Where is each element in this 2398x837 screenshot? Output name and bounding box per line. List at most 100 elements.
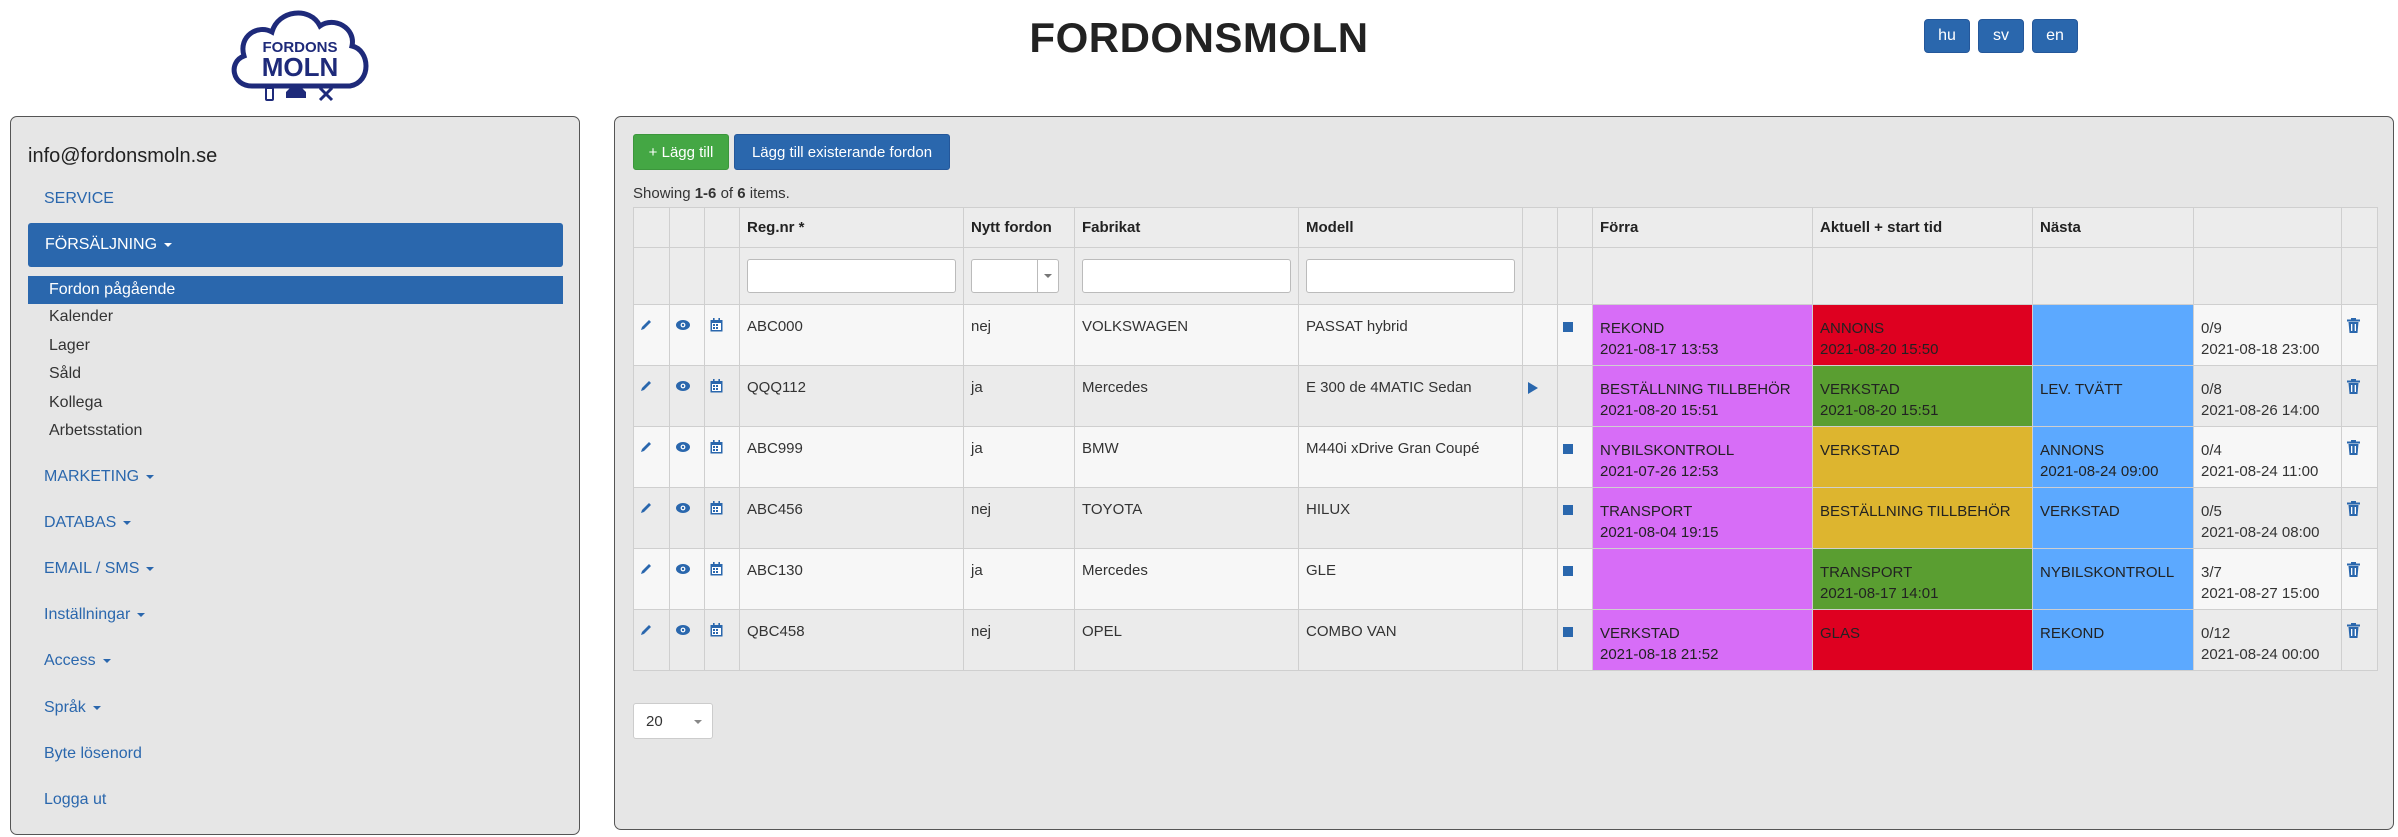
cell-aktuell: GLAS — [1812, 609, 2033, 671]
table-row: ABC000 nej VOLKSWAGEN PASSAT hybrid REKOND 20… — [633, 304, 2378, 366]
calendar-cell — [704, 609, 740, 671]
calendar-icon[interactable] — [710, 318, 723, 336]
cell-nytt: nej — [963, 609, 1075, 671]
sidebar-subitem-lager[interactable]: Lager — [49, 337, 90, 355]
add-existing-vehicle-button[interactable]: Lägg till existerande fordon — [734, 134, 950, 170]
calendar-cell — [704, 365, 740, 427]
filter-cell-modell — [1298, 247, 1523, 305]
status-square-icon — [1563, 322, 1573, 332]
sidebar-item-databas[interactable]: DATABAS — [44, 514, 132, 532]
sidebar-item-email-sms[interactable]: EMAIL / SMS — [44, 560, 155, 578]
sidebar-item-sprak[interactable]: Språk — [44, 699, 101, 717]
modell-filter-input[interactable] — [1306, 259, 1515, 293]
aktuell-stage-time: 2021-08-17 14:01 — [1820, 585, 1939, 602]
sidebar-item-access[interactable]: Access — [44, 652, 111, 670]
table-row: ABC999 ja BMW M440i xDrive Gran Coupé NYBILS… — [633, 426, 2378, 488]
sidebar-item-change-password[interactable]: Byte lösenord — [44, 745, 142, 763]
sidebar-item-installningar[interactable]: Inställningar — [44, 606, 146, 624]
eye-icon[interactable] — [675, 501, 691, 518]
calendar-icon[interactable] — [710, 623, 723, 641]
fabrikat-filter-input[interactable] — [1082, 259, 1291, 293]
trash-icon[interactable] — [2347, 440, 2360, 459]
edit-cell — [633, 548, 670, 610]
status-square-icon — [1563, 627, 1573, 637]
eye-icon[interactable] — [675, 623, 691, 640]
summary-prefix: Showing — [633, 185, 695, 202]
page-size-select[interactable]: 20 — [633, 703, 713, 739]
eye-icon[interactable] — [675, 440, 691, 457]
sidebar-item-logout[interactable]: Logga ut — [44, 791, 106, 809]
trash-icon[interactable] — [2347, 501, 2360, 520]
forra-stage-time: 2021-08-17 13:53 — [1600, 341, 1719, 358]
cell-fabrikat: VOLKSWAGEN — [1074, 304, 1299, 366]
caret-down-icon — [123, 520, 132, 525]
col-calendar-header — [704, 207, 740, 248]
cell-forra: NYBILSKONTROLL 2021-07-26 12:53 — [1592, 426, 1813, 488]
add-button[interactable]: + Lägg till — [633, 134, 729, 170]
action-cell — [1522, 487, 1558, 549]
col-forra-header: Förra — [1592, 207, 1813, 248]
calendar-icon[interactable] — [710, 501, 723, 519]
cell-aktuell: VERKSTAD 2021-08-20 15:51 — [1812, 365, 2033, 427]
calendar-icon[interactable] — [710, 440, 723, 458]
col-nytt-header[interactable]: Nytt fordon — [963, 207, 1075, 248]
sidebar-subitem-kalender[interactable]: Kalender — [49, 308, 113, 326]
lang-button-sv[interactable]: sv — [1978, 19, 2024, 53]
cell-progress: 0/9 2021-08-18 23:00 — [2193, 304, 2342, 366]
pencil-icon[interactable] — [639, 501, 653, 519]
trash-icon[interactable] — [2347, 623, 2360, 642]
eye-icon[interactable] — [675, 562, 691, 579]
col-reg-header[interactable]: Reg.nr * — [739, 207, 964, 248]
col-nasta-header: Nästa — [2032, 207, 2194, 248]
task-count: 0/8 — [2201, 381, 2222, 398]
delete-cell — [2341, 365, 2378, 427]
summary-range: 1-6 — [694, 185, 717, 202]
lang-button-en[interactable]: en — [2032, 19, 2078, 53]
deadline: 2021-08-26 14:00 — [2201, 402, 2320, 419]
forra-stage-name: NYBILSKONTROLL — [1600, 442, 1735, 459]
main-panel: + Lägg till Lägg till existerande fordon… — [614, 116, 2394, 830]
col-modell-header[interactable]: Modell — [1298, 207, 1523, 248]
sidebar-subitem-fordon-pagaende[interactable]: Fordon pågående — [28, 276, 563, 304]
nytt-filter-select[interactable] — [971, 259, 1059, 293]
filter-empty — [2341, 247, 2378, 305]
pencil-icon[interactable] — [639, 440, 653, 458]
caret-down-icon — [92, 705, 101, 710]
sidebar-item-marketing[interactable]: MARKETING — [44, 468, 155, 486]
cell-nasta: LEV. TVÄTT — [2032, 365, 2194, 427]
caret-down-icon — [146, 566, 155, 571]
sidebar-item-forsaljning[interactable]: FÖRSÄLJNING — [28, 223, 563, 267]
cell-nytt: nej — [963, 304, 1075, 366]
edit-cell — [633, 304, 670, 366]
trash-icon[interactable] — [2347, 562, 2360, 581]
pencil-icon[interactable] — [639, 379, 653, 397]
sidebar-item-label: Access — [44, 652, 96, 669]
pencil-icon[interactable] — [639, 318, 653, 336]
eye-icon[interactable] — [675, 379, 691, 396]
col-fabrikat-header[interactable]: Fabrikat — [1074, 207, 1299, 248]
sidebar-item-label: FÖRSÄLJNING — [45, 236, 158, 253]
pencil-icon[interactable] — [639, 623, 653, 641]
sidebar-subitem-kollega[interactable]: Kollega — [49, 394, 102, 412]
col-edit-header — [633, 207, 670, 248]
phone-icon — [265, 87, 274, 101]
trash-icon[interactable] — [2347, 379, 2360, 398]
view-cell — [669, 304, 705, 366]
cell-nasta: NYBILSKONTROLL — [2032, 548, 2194, 610]
cell-fabrikat: Mercedes — [1074, 365, 1299, 427]
forra-stage-time: 2021-08-04 19:15 — [1600, 524, 1719, 541]
play-icon[interactable] — [1528, 382, 1538, 394]
lang-button-hu[interactable]: hu — [1924, 19, 1970, 53]
tools-icon — [318, 86, 334, 102]
sidebar-subitem-sald[interactable]: Såld — [49, 365, 81, 383]
calendar-icon[interactable] — [710, 562, 723, 580]
eye-icon[interactable] — [675, 318, 691, 335]
edit-cell — [633, 426, 670, 488]
calendar-cell — [704, 426, 740, 488]
sidebar-subitem-arbetsstation[interactable]: Arbetsstation — [49, 422, 142, 440]
reg-filter-input[interactable] — [747, 259, 956, 293]
calendar-icon[interactable] — [710, 379, 723, 397]
sidebar-item-service[interactable]: SERVICE — [44, 190, 114, 208]
trash-icon[interactable] — [2347, 318, 2360, 337]
pencil-icon[interactable] — [639, 562, 653, 580]
